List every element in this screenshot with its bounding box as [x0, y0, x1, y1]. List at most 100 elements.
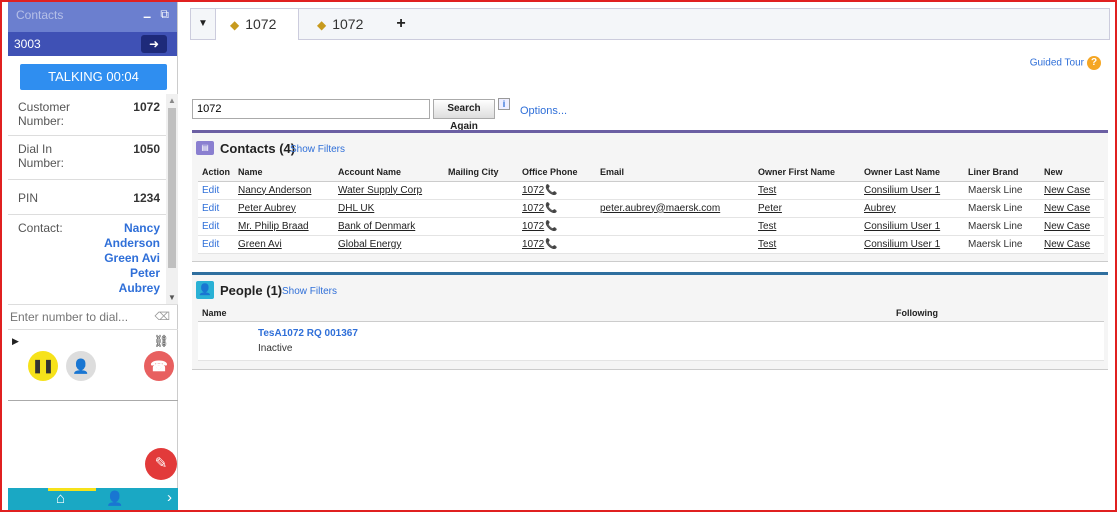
edit-link[interactable]: Edit [198, 199, 234, 218]
owner-last-link[interactable]: Consilium User 1 [864, 185, 940, 196]
column-header[interactable]: Name [198, 305, 892, 322]
owner-last-link[interactable]: Consilium User 1 [864, 221, 940, 232]
phone-link[interactable]: 1072 [522, 185, 544, 196]
search-input[interactable] [192, 99, 430, 119]
new-case-link[interactable]: New Case [1044, 203, 1090, 214]
edit-link[interactable]: Edit [198, 217, 234, 236]
column-header: New [1040, 163, 1104, 182]
phone-icon[interactable]: 📞 [545, 185, 557, 196]
info-icon[interactable]: i [498, 98, 510, 110]
contact-name-link[interactable]: Nancy Anderson [238, 185, 311, 196]
column-header[interactable]: Mailing City [444, 163, 518, 182]
scroll-up-icon[interactable]: ▲ [168, 96, 176, 105]
info-scrollbar[interactable]: ▲ ▼ [166, 94, 178, 304]
phone-link[interactable]: 1072 [522, 221, 544, 232]
owner-first-link[interactable]: Test [758, 185, 776, 196]
contact-link[interactable]: Nancy [104, 221, 160, 236]
phone-link[interactable]: 1072 [522, 203, 544, 214]
new-case-link[interactable]: New Case [1044, 185, 1090, 196]
contact-name-link[interactable]: Mr. Philip Braad [238, 221, 309, 232]
logout-button[interactable]: ➜ [141, 35, 167, 53]
scroll-thumb[interactable] [168, 108, 176, 268]
contact-name-link[interactable]: Green Avi [238, 239, 282, 250]
table-header-row: Action Name Account Name Mailing City Of… [198, 163, 1104, 182]
tab-1072[interactable]: ◆ 1072 [303, 9, 387, 40]
tab-label: 1072 [245, 16, 277, 32]
person-name-link[interactable]: TesA1072 RQ 001367 [258, 328, 888, 339]
tab-1072-active[interactable]: ◆ 1072 [215, 9, 299, 40]
owner-first-link[interactable]: Test [758, 239, 776, 250]
owner-first-link[interactable]: Test [758, 221, 776, 232]
column-header[interactable]: Office Phone [518, 163, 596, 182]
bottom-nav: ⌂ 👤 › [8, 488, 178, 510]
info-row-customer: Customer Number: 1072 [8, 94, 166, 136]
search-again-button[interactable]: Search Again [433, 99, 495, 132]
contact-link[interactable]: Green Avi [104, 251, 160, 266]
contact-link[interactable]: Anderson [104, 236, 160, 251]
help-icon: ? [1087, 56, 1101, 70]
info-value: 1072 [133, 100, 160, 114]
table-row: Edit Green Avi Global Energy 1072📞 Test … [198, 235, 1104, 254]
owner-last-link[interactable]: Consilium User 1 [864, 239, 940, 250]
info-row-contact: Contact: Nancy Anderson Green Avi Peter … [8, 215, 166, 302]
dial-input[interactable] [8, 305, 148, 329]
column-header: Action [198, 163, 234, 182]
phone-icon[interactable]: 📞 [545, 239, 557, 250]
account-link[interactable]: DHL UK [338, 203, 374, 214]
link-icon[interactable]: ⛓ [154, 334, 169, 348]
options-link[interactable]: Options... [520, 105, 567, 117]
account-link[interactable]: Global Energy [338, 239, 401, 250]
contact-link[interactable]: Aubrey [104, 281, 160, 296]
hangup-button[interactable]: ☎ [144, 351, 174, 381]
email-link[interactable]: peter.aubrey@maersk.com [600, 203, 720, 214]
account-link[interactable]: Bank of Denmark [338, 221, 415, 232]
owner-last-link[interactable]: Aubrey [864, 203, 896, 214]
contact-name-link[interactable]: Peter Aubrey [238, 203, 296, 214]
new-case-link[interactable]: New Case [1044, 239, 1090, 250]
people-title: People (1) [220, 283, 283, 298]
hold-button[interactable]: ❚❚ [28, 351, 58, 381]
home-icon[interactable]: ⌂ [56, 490, 65, 507]
call-status-button[interactable]: TALKING 00:04 [20, 64, 167, 90]
phone-link[interactable]: 1072 [522, 239, 544, 250]
edit-link[interactable]: Edit [198, 181, 234, 200]
edit-link[interactable]: Edit [198, 235, 234, 254]
clear-icon[interactable]: ⌫ [154, 310, 170, 323]
edit-button[interactable]: ✎ [145, 448, 177, 480]
show-filters-link[interactable]: Show Filters [290, 144, 345, 155]
column-header[interactable]: Owner Last Name [860, 163, 964, 182]
info-label: PIN [18, 191, 39, 205]
following-cell [892, 321, 1104, 361]
person-icon: 👤 [196, 281, 214, 299]
column-header[interactable]: Email [596, 163, 754, 182]
column-header[interactable]: Owner First Name [754, 163, 860, 182]
expand-arrow-icon[interactable]: ▶ [12, 336, 19, 347]
account-link[interactable]: Water Supply Corp [338, 185, 422, 196]
owner-first-link[interactable]: Peter [758, 203, 782, 214]
chevron-right-icon[interactable]: › [167, 489, 172, 506]
tab-bar: ▼ ◆ 1072 ◆ 1072 + [190, 8, 1110, 40]
popout-icon[interactable]: ⧉ [160, 7, 169, 22]
agent-icon[interactable]: 👤 [106, 490, 123, 507]
info-value: 1234 [133, 191, 160, 205]
show-filters-link[interactable]: Show Filters [282, 286, 337, 297]
column-header[interactable]: Name [234, 163, 334, 182]
minimize-icon[interactable]: – [143, 8, 151, 24]
column-header[interactable]: Following [892, 305, 1104, 322]
column-header[interactable]: Liner Brand [964, 163, 1040, 182]
new-case-link[interactable]: New Case [1044, 221, 1090, 232]
people-table: Name Following TesA1072 RQ 001367 Inacti… [198, 305, 1104, 361]
phone-icon[interactable]: 📞 [545, 203, 557, 214]
scroll-down-icon[interactable]: ▼ [168, 293, 176, 302]
phone-icon[interactable]: 📞 [545, 221, 557, 232]
table-row: TesA1072 RQ 001367 Inactive [198, 321, 1104, 361]
column-header[interactable]: Account Name [334, 163, 444, 182]
liner-brand: Maersk Line [964, 181, 1040, 200]
info-label: Customer Number: [18, 100, 71, 128]
guided-tour-link[interactable]: Guided Tour? [1030, 56, 1101, 70]
table-header-row: Name Following [198, 305, 1104, 322]
add-tab-icon[interactable]: + [389, 9, 413, 39]
tab-menu-icon[interactable]: ▼ [191, 9, 215, 39]
add-participant-button[interactable]: 👤 [66, 351, 96, 381]
contact-link[interactable]: Peter [104, 266, 160, 281]
